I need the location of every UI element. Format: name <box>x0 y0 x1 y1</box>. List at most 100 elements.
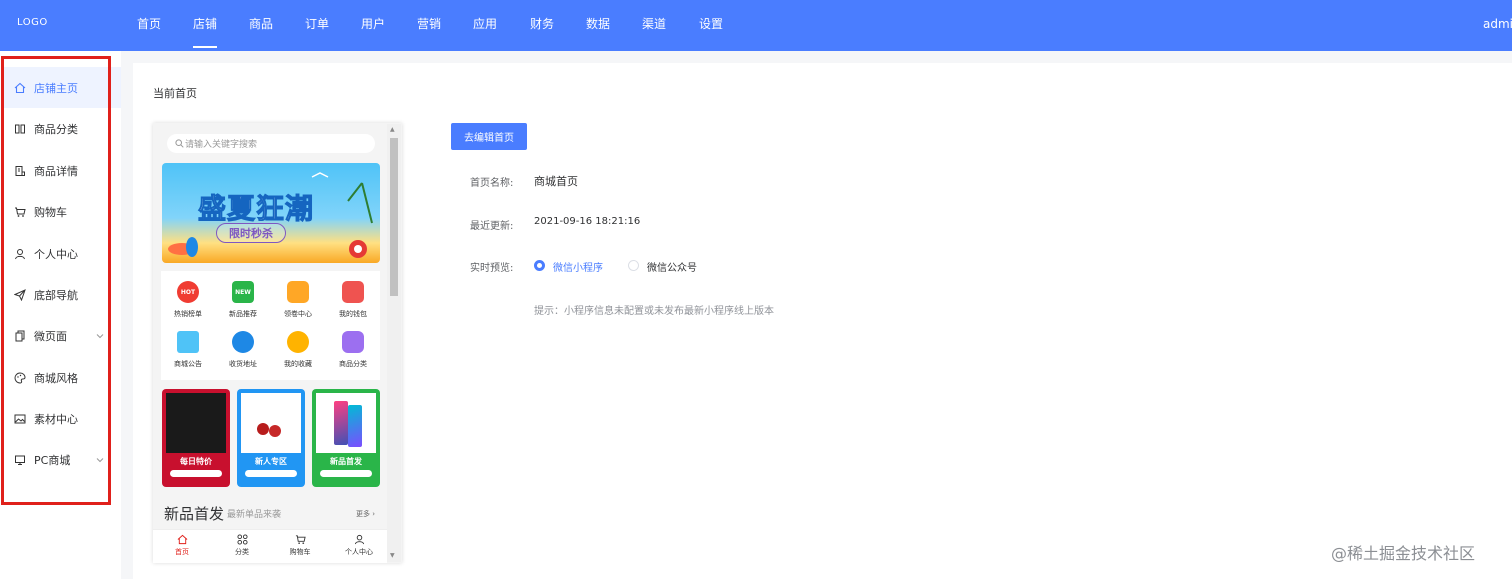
radio-official-account-label[interactable]: 微信公众号 <box>647 259 697 274</box>
nav-users[interactable]: 用户 <box>361 16 385 32</box>
user-icon <box>15 248 25 259</box>
nav-goods[interactable]: 商品 <box>249 16 273 32</box>
star-icon <box>287 331 309 353</box>
tab-cart[interactable]: 购物车 <box>277 534 323 557</box>
chevron-down-icon[interactable] <box>96 332 104 340</box>
sidebar-item-label: 底部导航 <box>34 288 78 302</box>
promo-label: 新人专区 <box>255 457 287 466</box>
radio-miniprogram[interactable] <box>534 260 545 271</box>
nav-finance[interactable]: 财务 <box>530 16 554 32</box>
document-icon <box>15 165 25 176</box>
bag-icon: NEW <box>232 281 254 303</box>
shortcut-coupon[interactable]: 领卷中心 <box>271 281 325 319</box>
promo-daily-deal[interactable]: 每日特价 <box>162 389 230 487</box>
palette-icon <box>14 371 26 384</box>
promo-new-user[interactable]: 新人专区 <box>237 389 305 487</box>
sidebar-item-pc-mall[interactable]: PC商城 <box>4 439 121 480</box>
shortcut-label: 商品分类 <box>339 360 367 368</box>
promo-image <box>316 393 376 453</box>
nav-channels[interactable]: 渠道 <box>642 16 666 32</box>
sidebar-item-label: 商品分类 <box>34 122 78 136</box>
category-icon <box>15 124 25 133</box>
nav-data[interactable]: 数据 <box>586 16 610 32</box>
promo-banner[interactable]: 盛夏狂潮 限时秒杀 <box>162 163 380 263</box>
scroll-down-icon[interactable]: ▼ <box>390 552 395 559</box>
edit-home-button[interactable]: 去编辑首页 <box>451 123 527 150</box>
nav-apps[interactable]: 应用 <box>473 16 497 32</box>
search-icon <box>175 139 184 148</box>
sidebar-item-goods-detail[interactable]: 商品详情 <box>4 150 121 191</box>
category-icon <box>342 331 364 353</box>
shortcut-grid: HOT 热销榜单 NEW 新品推荐 领卷中心 我的钱包 商城公告 收货地址 我的… <box>161 271 380 380</box>
section-more-link[interactable]: 更多 › <box>356 509 375 519</box>
updated-value: 2021-09-16 18:21:16 <box>534 216 641 227</box>
shortcut-label: 热销榜单 <box>174 310 202 318</box>
grid-icon <box>236 534 248 545</box>
fire-icon: HOT <box>177 281 199 303</box>
nav-orders[interactable]: 订单 <box>305 16 329 32</box>
sidebar-item-shop-home[interactable]: 店铺主页 <box>4 67 121 108</box>
sidebar-item-cart[interactable]: 购物车 <box>4 191 121 232</box>
banner-subtitle: 限时秒杀 <box>216 223 286 243</box>
sidebar-item-bottom-nav[interactable]: 底部导航 <box>4 274 121 315</box>
watermark: @稀土掘金技术社区 <box>1331 544 1476 563</box>
nav-home[interactable]: 首页 <box>137 16 161 32</box>
radio-miniprogram-label[interactable]: 微信小程序 <box>553 259 603 274</box>
scrollbar-thumb[interactable] <box>390 138 398 296</box>
promo-label: 新品首发 <box>330 457 362 466</box>
sidebar-item-materials[interactable]: 素材中心 <box>4 398 121 439</box>
hint-text: 提示：小程序信息未配置或未发布最新小程序线上版本 <box>534 306 774 317</box>
sidebar-item-label: 购物车 <box>34 205 67 219</box>
tab-label: 分类 <box>235 548 249 556</box>
shortcut-label: 收货地址 <box>229 360 257 368</box>
location-icon <box>232 331 254 353</box>
radio-official-account[interactable] <box>628 260 639 271</box>
nav-settings[interactable]: 设置 <box>699 16 723 32</box>
shortcut-category[interactable]: 商品分类 <box>326 331 380 369</box>
sidebar-item-style[interactable]: 商城风格 <box>4 357 121 398</box>
shortcut-address[interactable]: 收货地址 <box>216 331 270 369</box>
nav-marketing[interactable]: 营销 <box>417 16 441 32</box>
tab-category[interactable]: 分类 <box>219 534 265 557</box>
promo-image <box>241 393 301 453</box>
sidebar-item-label: 微页面 <box>34 329 67 343</box>
shortcut-label: 我的钱包 <box>339 310 367 318</box>
shortcut-notice[interactable]: 商城公告 <box>161 331 215 369</box>
promo-image <box>166 393 226 453</box>
promo-new-arrival[interactable]: 新品首发 <box>312 389 380 487</box>
tab-label: 个人中心 <box>345 548 373 556</box>
user-menu[interactable]: admin <box>1483 17 1512 31</box>
shortcut-new[interactable]: NEW 新品推荐 <box>216 281 270 319</box>
shortcut-wallet[interactable]: 我的钱包 <box>326 281 380 319</box>
chevron-down-icon[interactable] <box>96 456 104 464</box>
tab-label: 购物车 <box>289 548 311 556</box>
preview-label: 实时预览: <box>470 263 514 274</box>
image-icon <box>14 414 26 423</box>
tab-profile[interactable]: 个人中心 <box>336 534 382 557</box>
wallet-icon <box>342 281 364 303</box>
promo-label: 每日特价 <box>180 457 212 466</box>
megaphone-icon <box>177 331 199 353</box>
sidebar-item-category[interactable]: 商品分类 <box>4 108 121 149</box>
name-value: 商城首页 <box>534 175 578 188</box>
cart-icon <box>295 535 306 544</box>
search-input[interactable]: 请输入关键字搜索 <box>167 134 375 153</box>
tab-label: 首页 <box>175 548 189 556</box>
shortcut-hot[interactable]: HOT 热销榜单 <box>161 281 215 319</box>
preview-tabbar: 首页 分类 购物车 个人中心 <box>153 529 387 563</box>
preview-scrollbar[interactable]: ▲ ▼ <box>387 124 401 562</box>
nav-shop[interactable]: 店铺 <box>193 16 218 48</box>
sidebar-item-micro-page[interactable]: 微页面 <box>4 315 121 356</box>
search-placeholder: 请输入关键字搜索 <box>185 140 258 150</box>
send-icon <box>14 288 26 301</box>
sidebar-item-label: 素材中心 <box>34 412 78 426</box>
scroll-up-icon[interactable]: ▲ <box>390 126 395 133</box>
tab-home[interactable]: 首页 <box>159 534 205 557</box>
sidebar-item-label: 商城风格 <box>34 371 78 385</box>
pages-icon <box>15 330 25 341</box>
sidebar-item-profile[interactable]: 个人中心 <box>4 233 121 274</box>
shortcut-label: 领卷中心 <box>284 310 312 318</box>
promo-pill <box>320 470 372 477</box>
home-icon <box>177 534 187 545</box>
shortcut-favorites[interactable]: 我的收藏 <box>271 331 325 369</box>
